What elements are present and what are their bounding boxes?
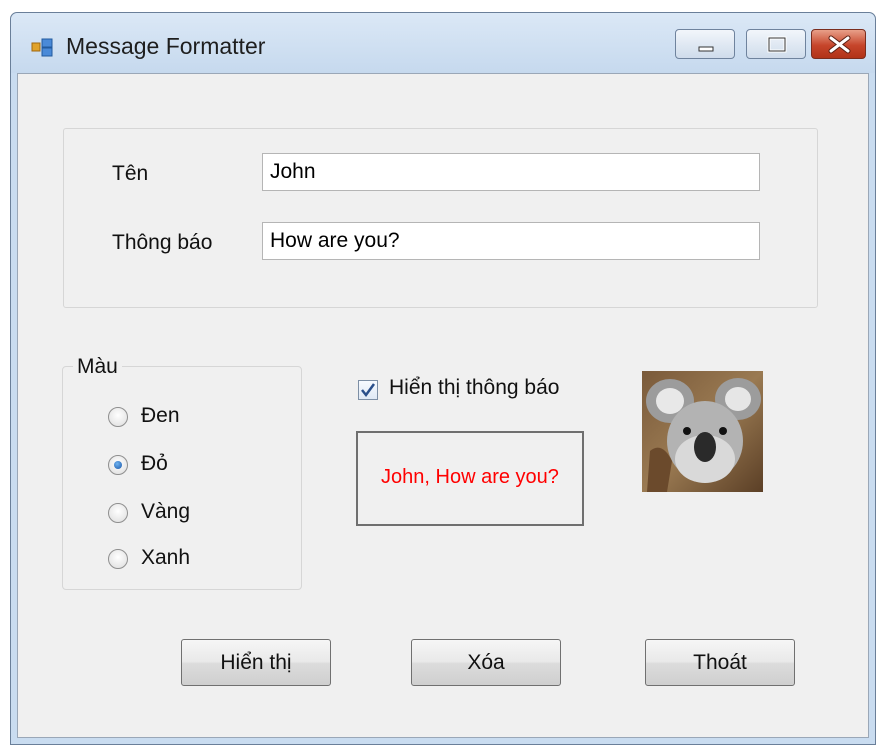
show-button[interactable]: Hiển thị	[181, 639, 331, 686]
checkmark-icon	[361, 383, 376, 398]
radio-label: Xanh	[141, 546, 191, 569]
radio-label: Vàng	[141, 500, 191, 523]
radio-button-selected[interactable]	[108, 455, 128, 475]
minimize-button[interactable]	[675, 29, 735, 59]
radio-button[interactable]	[108, 503, 128, 523]
name-input[interactable]	[262, 153, 760, 191]
close-button[interactable]	[811, 29, 866, 59]
exit-button[interactable]: Thoát	[645, 639, 795, 686]
radio-button[interactable]	[108, 549, 128, 569]
formatted-message: John, How are you?	[381, 466, 559, 488]
input-panel: Tên Thông báo	[63, 128, 818, 308]
message-input[interactable]	[262, 222, 760, 260]
radio-label: Đen	[141, 404, 180, 427]
maximize-button[interactable]	[746, 29, 806, 59]
minimize-icon	[698, 46, 714, 52]
name-label: Tên	[112, 162, 149, 185]
close-icon	[828, 35, 851, 54]
koala-picture	[642, 371, 763, 492]
clear-button[interactable]: Xóa	[411, 639, 561, 686]
title-bar[interactable]: Message Formatter	[11, 13, 875, 73]
form-client-area: Tên Thông báo Màu Đen Đỏ Vàng Xanh	[17, 73, 869, 738]
radio-label: Đỏ	[141, 452, 168, 475]
show-message-label: Hiển thị thông báo	[389, 376, 560, 399]
color-groupbox: Màu Đen Đỏ Vàng Xanh	[62, 355, 302, 590]
app-icon	[31, 38, 53, 57]
radio-button[interactable]	[108, 407, 128, 427]
color-group-legend: Màu	[73, 355, 122, 379]
app-window: Message Formatter Tên Thông báo	[10, 12, 876, 745]
message-label: Thông báo	[112, 231, 213, 254]
show-message-checkbox[interactable]	[358, 380, 378, 400]
message-output-box: John, How are you?	[356, 431, 584, 526]
maximize-icon	[767, 36, 787, 53]
window-title: Message Formatter	[66, 33, 266, 59]
